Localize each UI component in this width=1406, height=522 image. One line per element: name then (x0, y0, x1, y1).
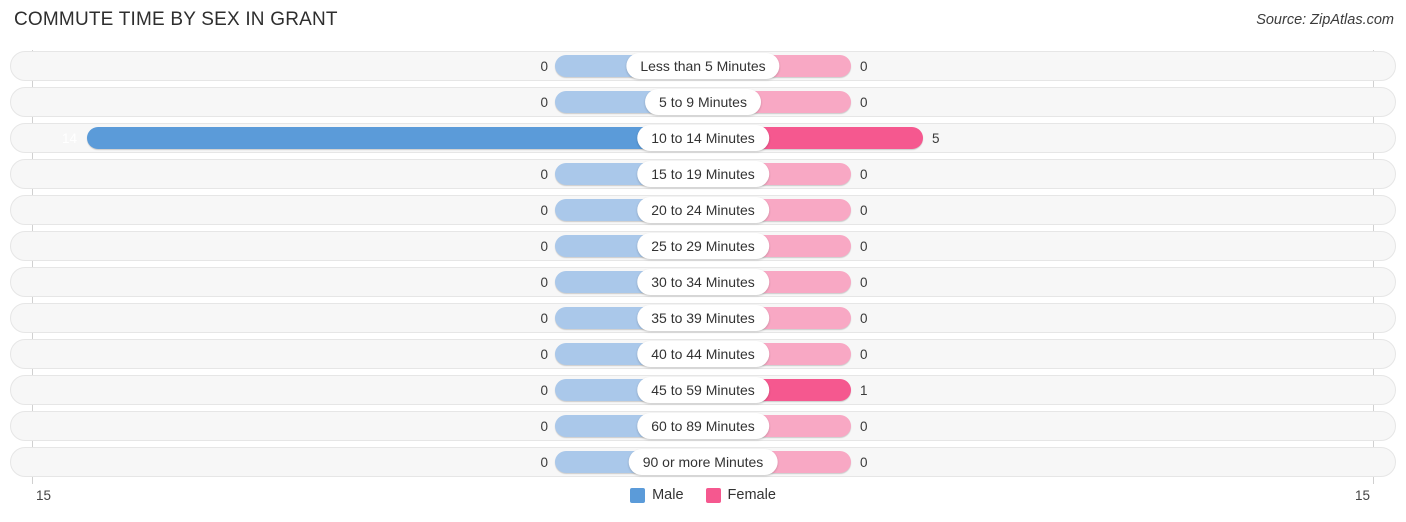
legend-swatch-icon (630, 487, 646, 503)
row-track: 0 0 15 to 19 Minutes (11, 160, 1395, 188)
bar-value-female: 0 (860, 59, 868, 74)
table-row: 0 0 40 to 44 Minutes (10, 339, 1396, 369)
chart-plot-area: 0 0 Less than 5 Minutes 0 0 5 to 9 Minutes 14 5… (10, 50, 1396, 484)
bar-value-male: 0 (540, 311, 548, 326)
row-track: 0 0 20 to 24 Minutes (11, 196, 1395, 224)
bar-value-female: 0 (860, 419, 868, 434)
bar-value-female: 0 (860, 95, 868, 110)
table-row: 0 1 45 to 59 Minutes (10, 375, 1396, 405)
bar-value-male: 0 (540, 275, 548, 290)
row-track: 0 0 40 to 44 Minutes (11, 340, 1395, 368)
table-row: 0 0 5 to 9 Minutes (10, 87, 1396, 117)
bar-value-female: 5 (932, 131, 940, 146)
category-label: 15 to 19 Minutes (637, 161, 769, 187)
category-label: 5 to 9 Minutes (645, 89, 761, 115)
bar-value-male: 0 (540, 167, 548, 182)
legend-label: Female (727, 487, 776, 503)
legend-swatch-icon (705, 487, 721, 503)
row-track: 0 0 60 to 89 Minutes (11, 412, 1395, 440)
source-attribution: Source: ZipAtlas.com (1256, 12, 1394, 28)
bar-value-male: 14 (62, 131, 78, 146)
bar-value-female: 0 (860, 311, 868, 326)
bar-value-female: 0 (860, 239, 868, 254)
row-track: 0 0 Less than 5 Minutes (11, 52, 1395, 80)
bar-value-male: 0 (540, 95, 548, 110)
bar-value-male: 0 (540, 419, 548, 434)
category-label: 25 to 29 Minutes (637, 233, 769, 259)
category-label: 90 or more Minutes (628, 449, 778, 475)
bar-value-male: 0 (540, 203, 548, 218)
table-row: 0 0 60 to 89 Minutes (10, 411, 1396, 441)
category-label: 35 to 39 Minutes (637, 305, 769, 331)
commute-time-chart-page: COMMUTE TIME BY SEX IN GRANT Source: Zip… (0, 0, 1406, 522)
bar-value-female: 0 (860, 455, 868, 470)
table-row: 14 5 10 to 14 Minutes (10, 123, 1396, 153)
table-row: 0 0 20 to 24 Minutes (10, 195, 1396, 225)
page-title: COMMUTE TIME BY SEX IN GRANT (14, 9, 338, 30)
row-track: 14 5 10 to 14 Minutes (11, 124, 1395, 152)
row-track: 0 0 5 to 9 Minutes (11, 88, 1395, 116)
bar-value-male: 0 (540, 239, 548, 254)
category-label: 10 to 14 Minutes (637, 125, 769, 151)
table-row: 0 0 35 to 39 Minutes (10, 303, 1396, 333)
row-track: 0 0 90 or more Minutes (11, 448, 1395, 476)
category-label: 45 to 59 Minutes (637, 377, 769, 403)
bar-value-female: 0 (860, 203, 868, 218)
bar-value-male: 0 (540, 383, 548, 398)
bar-value-male: 0 (540, 59, 548, 74)
bar-value-female: 0 (860, 275, 868, 290)
row-track: 0 0 30 to 34 Minutes (11, 268, 1395, 296)
legend-item[interactable]: Female (705, 487, 776, 503)
table-row: 0 0 90 or more Minutes (10, 447, 1396, 477)
legend-label: Male (652, 487, 684, 503)
row-track: 0 1 45 to 59 Minutes (11, 376, 1395, 404)
row-track: 0 0 25 to 29 Minutes (11, 232, 1395, 260)
category-label: 40 to 44 Minutes (637, 341, 769, 367)
category-label: 20 to 24 Minutes (637, 197, 769, 223)
bar-value-female: 0 (860, 347, 868, 362)
chart-legend: Male Female (0, 487, 1406, 503)
table-row: 0 0 25 to 29 Minutes (10, 231, 1396, 261)
category-label: 30 to 34 Minutes (637, 269, 769, 295)
row-track: 0 0 35 to 39 Minutes (11, 304, 1395, 332)
bar-value-female: 0 (860, 167, 868, 182)
bar-value-male: 0 (540, 455, 548, 470)
table-row: 0 0 15 to 19 Minutes (10, 159, 1396, 189)
legend-item[interactable]: Male (630, 487, 684, 503)
table-row: 0 0 Less than 5 Minutes (10, 51, 1396, 81)
bar-value-male: 0 (540, 347, 548, 362)
table-row: 0 0 30 to 34 Minutes (10, 267, 1396, 297)
bar-value-female: 1 (860, 383, 868, 398)
category-label: Less than 5 Minutes (626, 53, 780, 79)
category-label: 60 to 89 Minutes (637, 413, 769, 439)
bar-male (87, 127, 703, 149)
